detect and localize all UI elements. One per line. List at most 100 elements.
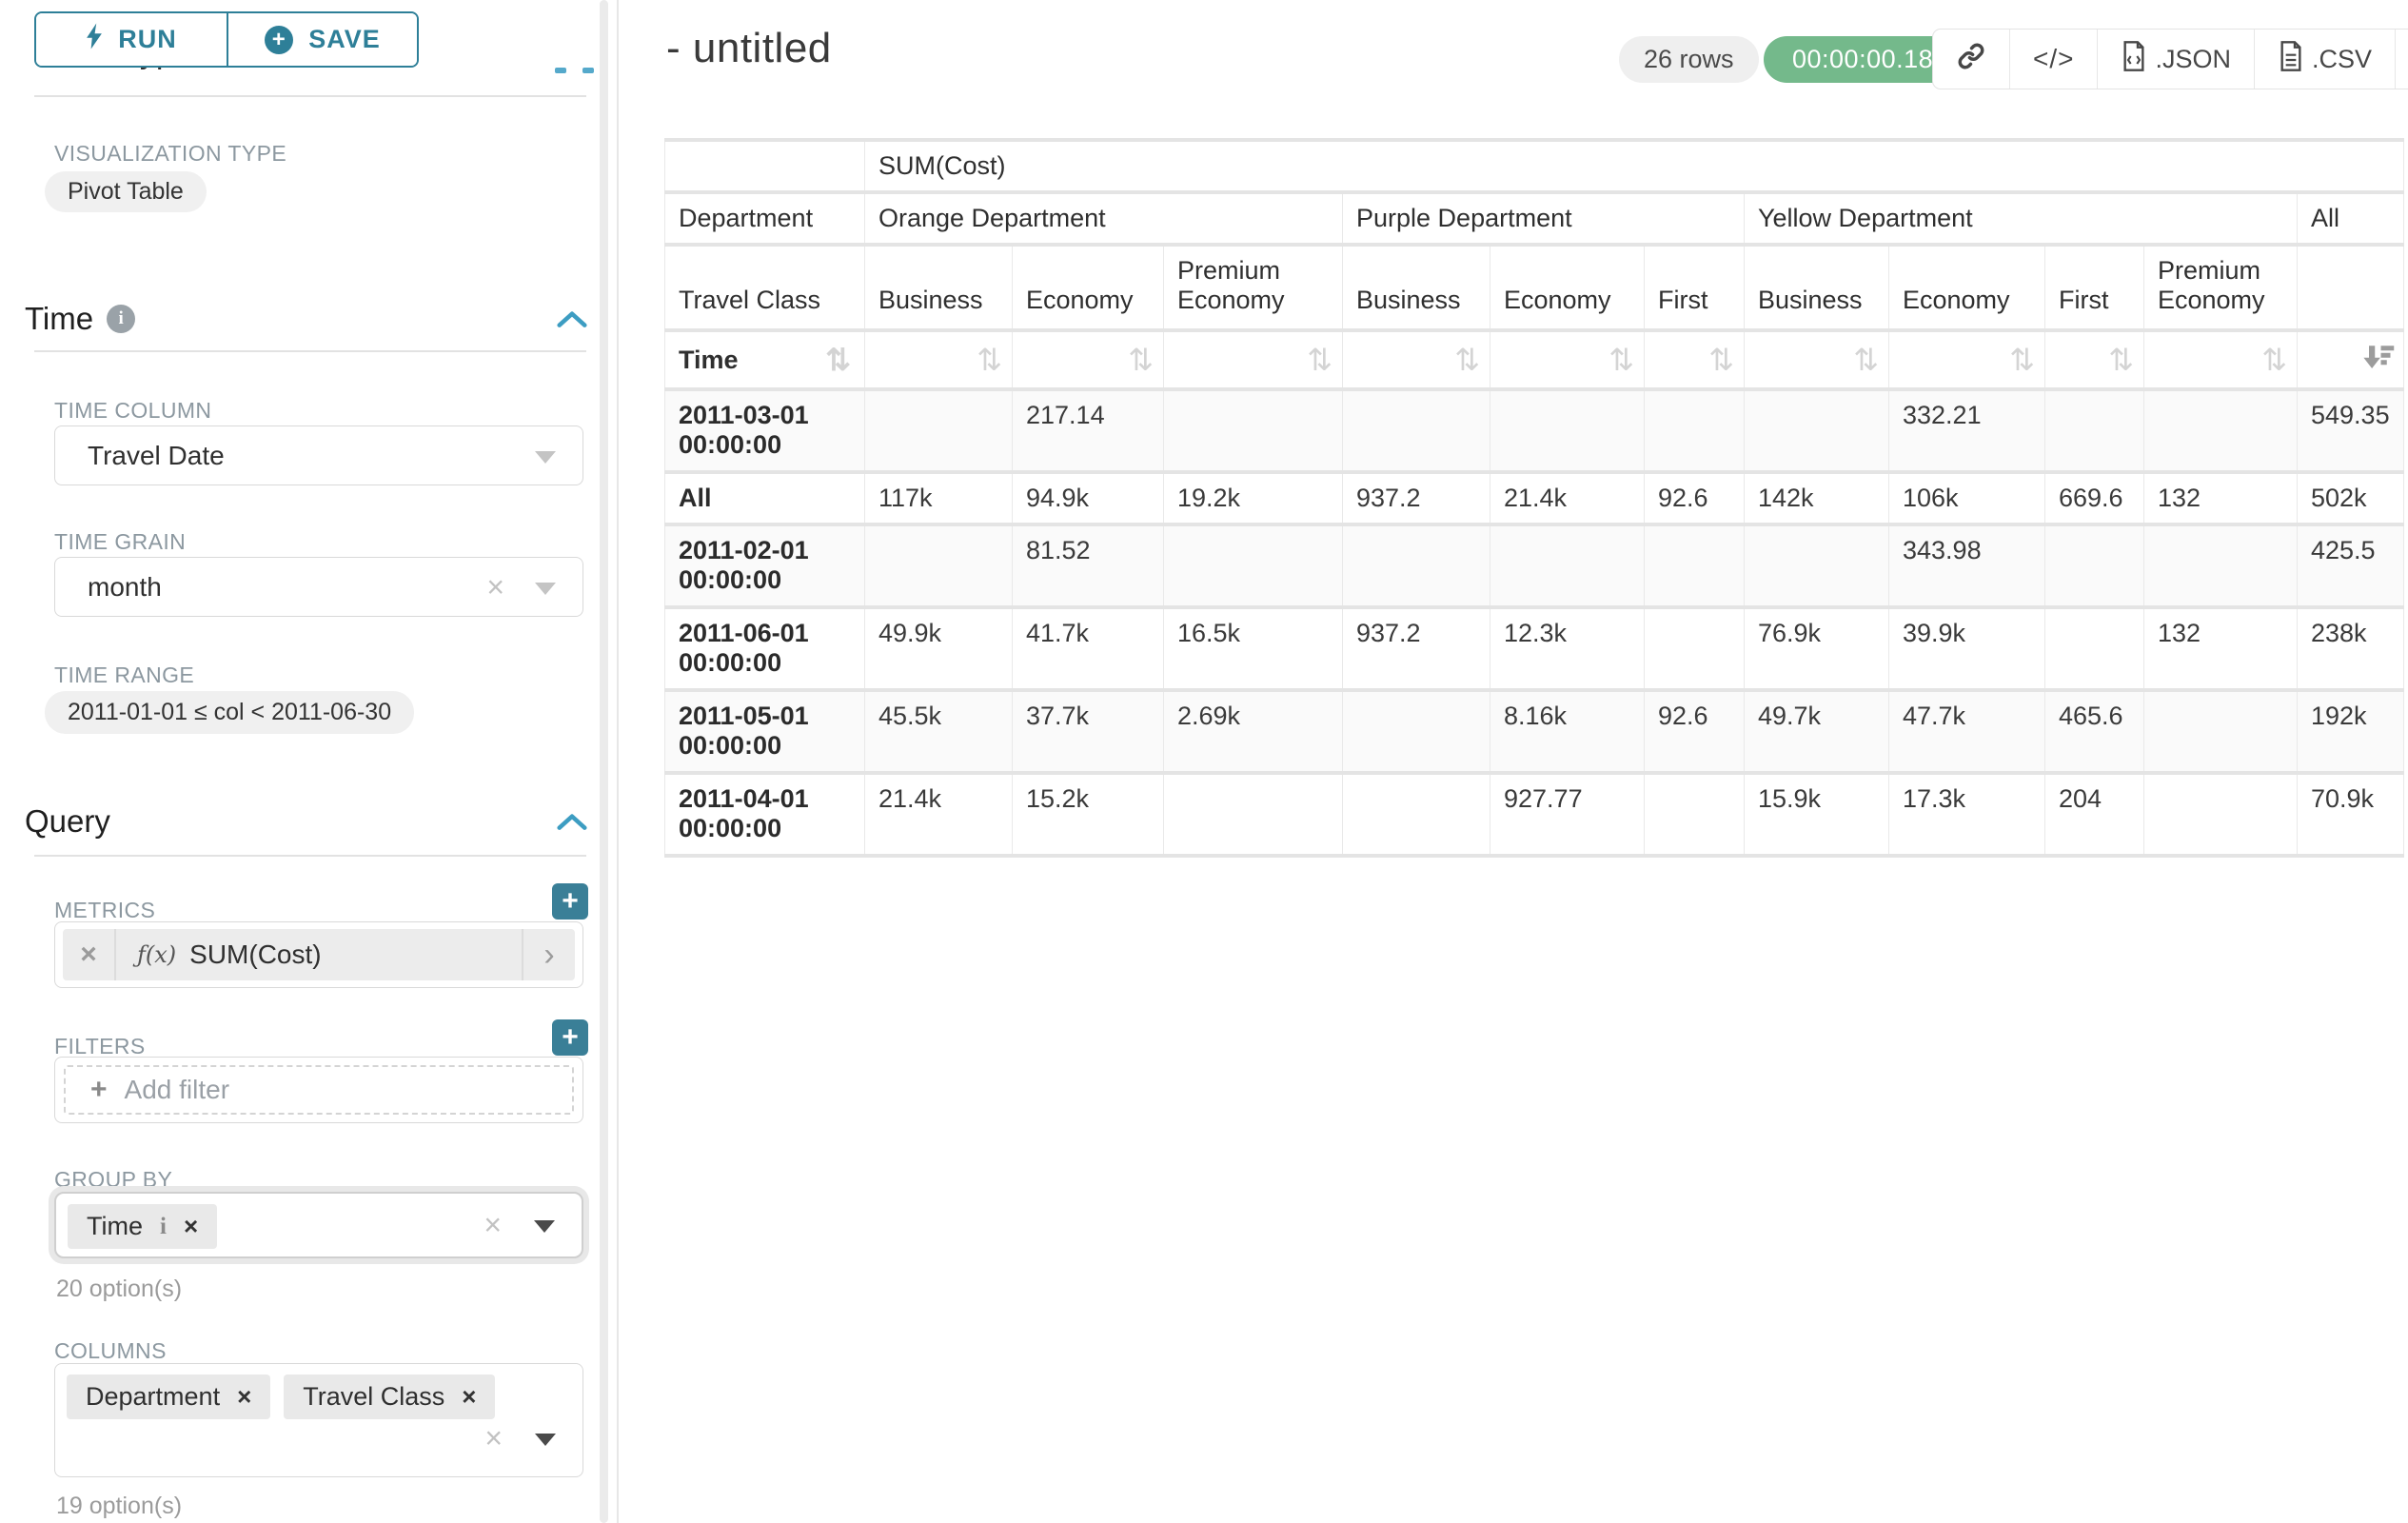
time-sort-header[interactable]: Time⇅ <box>665 330 865 389</box>
table-row: 2011-05-01 00:00:00 45.5k 37.7k 2.69k 8.… <box>665 690 2404 773</box>
corner-cell <box>665 140 865 192</box>
function-icon: ƒ(x) <box>137 941 176 968</box>
remove-metric-icon[interactable]: × <box>63 929 116 980</box>
remove-chip-icon[interactable]: × <box>462 1382 476 1412</box>
column-sort-header[interactable]: ⇅ <box>865 330 1013 389</box>
sort-descending-icon[interactable] <box>2361 343 2396 378</box>
pivot-cell: 49.9k <box>865 607 1013 690</box>
section-divider <box>34 855 586 857</box>
bolt-icon <box>86 23 103 56</box>
sort-icon[interactable]: ⇅ <box>1609 342 1634 378</box>
clear-icon[interactable]: × <box>484 1421 503 1456</box>
metric-pill[interactable]: × ƒ(x) SUM(Cost) › <box>63 929 575 980</box>
add-filter-button[interactable]: + <box>552 1019 588 1056</box>
remove-chip-icon[interactable]: × <box>184 1212 198 1241</box>
pivot-cell: 132 <box>2144 607 2298 690</box>
link-icon <box>1956 41 1986 78</box>
pivot-cell: 465.6 <box>2045 690 2144 773</box>
more-options-button[interactable] <box>2395 30 2408 89</box>
department-group-header: Purple Department <box>1343 192 1745 245</box>
columns-chip-travel-class[interactable]: Travel Class × <box>284 1375 495 1419</box>
info-icon: i <box>107 305 135 333</box>
column-sort-header[interactable]: ⇅ <box>1343 330 1490 389</box>
class-header: First <box>1645 245 1745 330</box>
collapse-query-chevron-up-icon[interactable] <box>557 812 587 831</box>
sort-icon[interactable]: ⇅ <box>1708 342 1734 378</box>
pivot-cell <box>1645 607 1745 690</box>
sort-icon[interactable]: ⇅ <box>1454 342 1480 378</box>
pivot-cell <box>1343 773 1490 856</box>
row-header: 2011-05-01 00:00:00 <box>665 690 865 773</box>
sort-icon[interactable]: ⇅ <box>1853 342 1879 378</box>
column-sort-header[interactable]: ⇅ <box>2045 330 2144 389</box>
group-by-chip-time[interactable]: Time i × <box>68 1204 217 1249</box>
pivot-cell: 70.9k <box>2298 773 2404 856</box>
column-sort-header[interactable]: ⇅ <box>2144 330 2298 389</box>
column-sort-header[interactable]: ⇅ <box>1645 330 1745 389</box>
class-header-empty <box>2298 245 2404 330</box>
group-by-select[interactable]: Time i × × <box>54 1192 583 1258</box>
chevron-right-icon[interactable]: › <box>522 929 575 980</box>
json-button-label: .JSON <box>2155 45 2231 74</box>
run-button[interactable]: RUN <box>36 13 227 66</box>
pivot-cell: 669.6 <box>2045 472 2144 524</box>
column-sort-header[interactable]: ⇅ <box>1745 330 1889 389</box>
query-section-label: Query <box>25 803 110 840</box>
table-row: All 117k 94.9k 19.2k 937.2 21.4k 92.6 14… <box>665 472 2404 524</box>
pivot-cell: 332.21 <box>1889 389 2045 472</box>
sort-icon[interactable]: ⇅ <box>1128 342 1154 378</box>
columns-label: COLUMNS <box>54 1338 167 1364</box>
add-metric-button[interactable]: + <box>552 883 588 920</box>
pivot-cell: 21.4k <box>1490 472 1645 524</box>
column-sort-header[interactable]: ⇅ <box>1164 330 1343 389</box>
chevron-down-icon[interactable] <box>535 583 556 595</box>
column-sort-header[interactable]: ⇅ <box>1013 330 1164 389</box>
remove-chip-icon[interactable]: × <box>237 1382 251 1412</box>
time-grain-select[interactable]: month × <box>54 557 583 617</box>
chevron-down-icon[interactable] <box>534 1220 555 1233</box>
columns-select[interactable]: Department × Travel Class × × <box>54 1363 583 1477</box>
section-divider <box>34 350 586 352</box>
sort-icon[interactable]: ⇅ <box>2261 342 2287 378</box>
sort-icon[interactable]: ⇅ <box>825 342 851 378</box>
pivot-cell <box>2045 524 2144 607</box>
chart-editor-page: Chart Type RUN + SAVE VISUALIZATION TYPE… <box>0 0 2408 1523</box>
embed-code-button[interactable]: </> <box>2009 30 2097 89</box>
csv-button-label: .CSV <box>2312 45 2372 74</box>
class-header: Premium Economy <box>1164 245 1343 330</box>
table-row: 2011-06-01 00:00:00 49.9k 41.7k 16.5k 93… <box>665 607 2404 690</box>
add-filter-dropzone[interactable]: + Add filter <box>64 1065 574 1115</box>
time-range-pill[interactable]: 2011-01-01 ≤ col < 2011-06-30 <box>45 691 414 734</box>
metric-body[interactable]: ƒ(x) SUM(Cost) <box>116 940 522 970</box>
pivot-cell <box>1164 773 1343 856</box>
columns-chip-department[interactable]: Department × <box>67 1375 270 1419</box>
pivot-cell <box>2144 524 2298 607</box>
class-header: Economy <box>1889 245 2045 330</box>
chip-label: Department <box>86 1382 220 1412</box>
chevron-down-icon[interactable] <box>535 451 556 464</box>
run-button-label: RUN <box>118 25 177 54</box>
export-json-button[interactable]: .JSON <box>2097 30 2254 89</box>
sort-icon[interactable]: ⇅ <box>977 342 1002 378</box>
sort-icon[interactable]: ⇅ <box>2009 342 2035 378</box>
sort-icon[interactable]: ⇅ <box>1307 342 1332 378</box>
visualization-type-pill[interactable]: Pivot Table <box>45 171 207 212</box>
export-csv-button[interactable]: .CSV <box>2254 30 2395 89</box>
chevron-down-icon[interactable] <box>535 1434 556 1446</box>
clear-icon[interactable]: × <box>484 1208 502 1243</box>
column-sort-header[interactable]: ⇅ <box>1889 330 2045 389</box>
column-sort-header[interactable]: ⇅ <box>1490 330 1645 389</box>
pivot-cell: 16.5k <box>1164 607 1343 690</box>
pivot-cell: 41.7k <box>1013 607 1164 690</box>
chart-title[interactable]: - untitled <box>666 25 832 72</box>
json-file-icon <box>2121 41 2147 78</box>
time-column-select[interactable]: Travel Date <box>54 425 583 485</box>
collapse-time-chevron-up-icon[interactable] <box>557 309 587 328</box>
column-sort-header-active[interactable] <box>2298 330 2404 389</box>
save-button[interactable]: + SAVE <box>227 13 417 66</box>
plus-circle-icon: + <box>265 26 293 54</box>
clear-icon[interactable]: × <box>486 569 504 604</box>
sort-icon[interactable]: ⇅ <box>2108 342 2134 378</box>
share-link-button[interactable] <box>1933 30 2009 89</box>
sidebar-scrollbar[interactable] <box>600 0 608 1523</box>
